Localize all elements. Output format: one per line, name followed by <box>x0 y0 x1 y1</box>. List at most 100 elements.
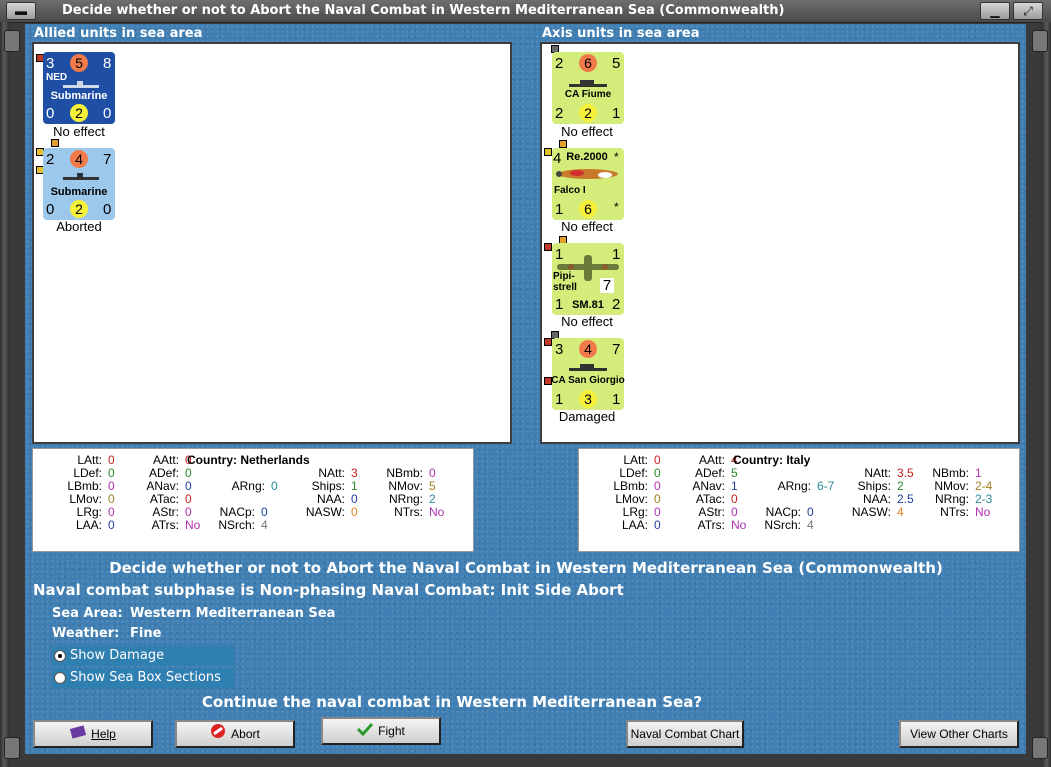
submarine-icon <box>63 173 99 180</box>
counter-value: 1 <box>555 296 564 313</box>
stat-value: 4 <box>807 518 814 532</box>
stat-label: NRng: <box>934 492 969 506</box>
counter-value: 7 <box>600 278 614 293</box>
unit-name: Submarine <box>50 186 108 198</box>
stat-label: AAtt: <box>698 453 725 467</box>
stat-label: ADef: <box>694 466 725 480</box>
allied-submarine-counter-2[interactable]: 2 4 7 Submarine 0 2 0 <box>43 148 115 220</box>
stat-label: ADef: <box>148 466 179 480</box>
axis-ca-fiume-counter[interactable]: 2 6 5 CA Fiume 2 2 1 <box>552 52 624 124</box>
counter-value: 3 <box>579 390 597 408</box>
allied-stats-box: LAtt: 0 LDef: 0 LBmb: 0 LMov: 0 LRg: 0 L… <box>32 448 474 552</box>
submarine-icon <box>63 81 99 88</box>
show-damage-option[interactable]: Show Damage <box>52 646 234 666</box>
show-damage-label: Show Damage <box>70 648 165 663</box>
radio-unselected-icon[interactable] <box>54 672 66 684</box>
minimize-button[interactable]: ▁ <box>980 2 1010 20</box>
stat-value: 0 <box>654 505 661 519</box>
book-icon <box>70 723 87 747</box>
stat-label: LBmb: <box>613 479 648 493</box>
naval-combat-chart-label: Naval Combat Chart <box>630 727 740 741</box>
stat-label: ATac: <box>695 492 725 506</box>
axis-stats-box: LAtt: 0 LDef: 0 LBmb: 0 LMov: 0 LRg: 0 L… <box>578 448 1020 552</box>
weather-label: Weather: <box>52 626 120 641</box>
counter-value: 1 <box>612 391 621 408</box>
stat-label: AAtt: <box>152 453 179 467</box>
unit-name: Submarine <box>50 90 108 102</box>
window-title: Decide whether or not to Abort the Naval… <box>62 3 785 18</box>
sea-area-label: Sea Area: <box>52 606 123 621</box>
counter-value: 1 <box>612 105 621 122</box>
title-bar[interactable]: ▬ Decide whether or not to Abort the Nav… <box>0 0 1051 23</box>
unit-status: Aborted <box>56 219 102 234</box>
stat-value: 0 <box>185 492 192 506</box>
radio-selected-icon[interactable] <box>54 650 66 662</box>
counter-value: 0 <box>46 105 55 122</box>
stat-label: NASW: <box>851 505 891 519</box>
maximize-button[interactable]: ⤢ <box>1013 2 1043 20</box>
stat-label: ANav: <box>692 479 725 493</box>
stat-value: 0 <box>108 479 115 493</box>
subphase-text: Naval combat subphase is Non-phasing Nav… <box>33 581 624 599</box>
stat-value: 6-7 <box>817 479 835 493</box>
country-label: Country: Netherlands <box>187 453 310 467</box>
frame-knob <box>4 30 20 52</box>
allied-panel-label: Allied units in sea area <box>34 26 203 41</box>
counter-value: * <box>614 200 619 214</box>
stat-value: 0 <box>654 466 661 480</box>
view-other-charts-label: View Other Charts <box>910 727 1008 741</box>
stat-value: 0 <box>108 492 115 506</box>
stat-label: ARng: <box>777 479 811 493</box>
allied-units-panel[interactable]: 3 5 8 NED Submarine 0 2 0 No effect 2 4 … <box>32 42 512 444</box>
frame-knob <box>1032 30 1048 52</box>
show-sea-box-label: Show Sea Box Sections <box>70 670 221 685</box>
stat-label: LAtt: <box>77 453 102 467</box>
sea-area-value: Western Mediterranean Sea <box>130 606 336 621</box>
stat-value: 1 <box>731 479 738 493</box>
counter-value: * <box>614 150 619 164</box>
stat-label: LRg: <box>76 505 102 519</box>
counter-value: 4 <box>70 150 88 168</box>
abort-label: Abort <box>231 727 260 741</box>
fight-button[interactable]: Fight <box>321 717 441 745</box>
stat-label: NAtt: <box>318 466 345 480</box>
unit-status: No effect <box>53 124 105 139</box>
axis-units-panel[interactable]: 2 6 5 CA Fiume 2 2 1 No effect 4 Re.2000… <box>540 42 1020 444</box>
stat-value: 2.5 <box>897 492 914 506</box>
stat-value: 0 <box>185 479 192 493</box>
stat-value: 2 <box>429 492 436 506</box>
aircraft-type: Re.2000 <box>566 151 608 163</box>
view-other-charts-button[interactable]: View Other Charts <box>899 720 1019 748</box>
naval-combat-chart-button[interactable]: Naval Combat Chart <box>626 720 744 748</box>
continue-question: Continue the naval combat in Western Med… <box>201 693 703 711</box>
stat-value: 0 <box>351 505 358 519</box>
axis-ca-san-giorgio-counter[interactable]: 3 4 7 CA San Giorgio 1 3 1 <box>551 338 625 410</box>
status-marker <box>559 140 567 148</box>
stat-label: ANav: <box>146 479 179 493</box>
stat-value: 4 <box>897 505 904 519</box>
country-label: Country: Italy <box>733 453 811 467</box>
axis-sm81-counter[interactable]: 1 1 Pipi- strell 7 1 SM.81 2 <box>552 243 624 315</box>
window-menu-button[interactable]: ▬ <box>6 2 36 20</box>
allied-submarine-counter-1[interactable]: 3 5 8 NED Submarine 0 2 0 <box>43 52 115 124</box>
abort-button[interactable]: Abort <box>175 720 295 748</box>
help-button[interactable]: Help <box>33 720 153 748</box>
stat-value: No <box>429 505 445 519</box>
axis-re2000-counter[interactable]: 4 Re.2000 * Falco I 1 6 * <box>552 148 624 220</box>
stat-value: No <box>975 505 991 519</box>
stat-value: 0 <box>654 479 661 493</box>
stat-value: 5 <box>731 466 738 480</box>
stat-label: Ships: <box>857 479 891 493</box>
stat-value: 2-3 <box>975 492 993 506</box>
stat-value: 0 <box>654 492 661 506</box>
stat-label: ATrs: <box>151 518 179 532</box>
no-entry-icon <box>210 723 226 747</box>
counter-value: 4 <box>579 340 597 358</box>
show-sea-box-option[interactable]: Show Sea Box Sections <box>52 668 234 688</box>
counter-value: 0 <box>46 201 55 218</box>
counter-value: 8 <box>103 55 112 72</box>
stat-value: 0 <box>261 505 268 519</box>
unit-name: CA San Giorgio <box>551 375 625 386</box>
stat-label: NAA: <box>316 492 345 506</box>
counter-value: 2 <box>555 55 564 72</box>
